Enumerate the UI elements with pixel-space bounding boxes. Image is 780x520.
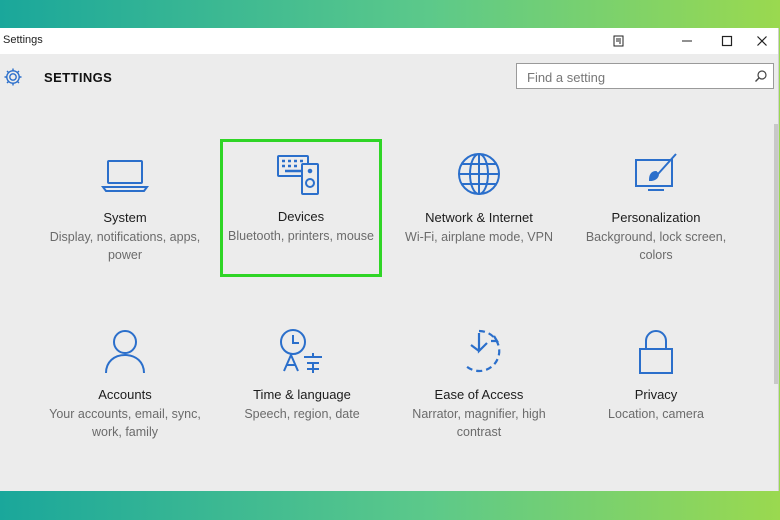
lock-icon — [632, 327, 680, 375]
title-bar: Settings — [0, 28, 778, 54]
search-box[interactable] — [516, 63, 774, 89]
person-icon — [101, 327, 149, 375]
tile-description: Your accounts, email, sync, work, family — [49, 407, 201, 439]
tile-label: System — [103, 210, 147, 225]
tile-label: Accounts — [98, 387, 152, 402]
tile-network-internet[interactable]: Network & Internet Wi-Fi, airplane mode,… — [398, 140, 560, 278]
tile-label: Time & language — [253, 387, 351, 402]
maximize-button[interactable] — [716, 31, 738, 51]
tile-label: Personalization — [611, 210, 701, 225]
page-title: SETTINGS — [44, 70, 113, 85]
tile-system[interactable]: System Display, notifications, apps, pow… — [44, 140, 206, 278]
tile-description: Background, lock screen, colors — [585, 230, 727, 262]
tile-ease-of-access[interactable]: Ease of Access Narrator, magnifier, high… — [398, 317, 560, 455]
tile-description: Speech, region, date — [244, 407, 360, 421]
search-input[interactable] — [525, 67, 749, 87]
tile-description: Wi-Fi, airplane mode, VPN — [405, 230, 553, 244]
paint-icon — [632, 150, 680, 198]
tile-personalization[interactable]: Personalization Background, lock screen,… — [575, 140, 737, 278]
settings-window: Settings SETTINGS Find a setting System … — [0, 28, 779, 491]
tile-description: Bluetooth, printers, mouse — [228, 229, 374, 243]
window-title: Settings — [3, 34, 43, 46]
laptop-icon — [101, 150, 149, 198]
time-language-icon — [278, 327, 326, 375]
tile-description: Narrator, magnifier, high contrast — [412, 407, 546, 439]
search-icon[interactable] — [754, 69, 768, 88]
minimize-button[interactable] — [676, 31, 698, 51]
vertical-scrollbar[interactable] — [774, 124, 778, 384]
snap-icon[interactable] — [608, 31, 630, 51]
tile-accounts[interactable]: Accounts Your accounts, email, sync, wor… — [44, 317, 206, 455]
tile-label: Ease of Access — [434, 387, 524, 402]
tile-devices[interactable]: Devices Bluetooth, printers, mouse — [220, 139, 382, 277]
tile-label: Network & Internet — [425, 210, 533, 225]
close-button[interactable] — [751, 31, 773, 51]
globe-icon — [455, 150, 503, 198]
tile-description: Display, notifications, apps, power — [49, 230, 201, 262]
ease-of-access-icon — [455, 327, 503, 375]
tile-description: Location, camera — [608, 407, 704, 421]
devices-icon — [277, 150, 325, 198]
tile-label: Devices — [277, 209, 325, 224]
tile-privacy[interactable]: Privacy Location, camera — [575, 317, 737, 455]
gear-icon — [2, 66, 24, 93]
tile-label: Privacy — [634, 387, 678, 402]
tile-time-language[interactable]: Time & language Speech, region, date — [221, 317, 383, 455]
